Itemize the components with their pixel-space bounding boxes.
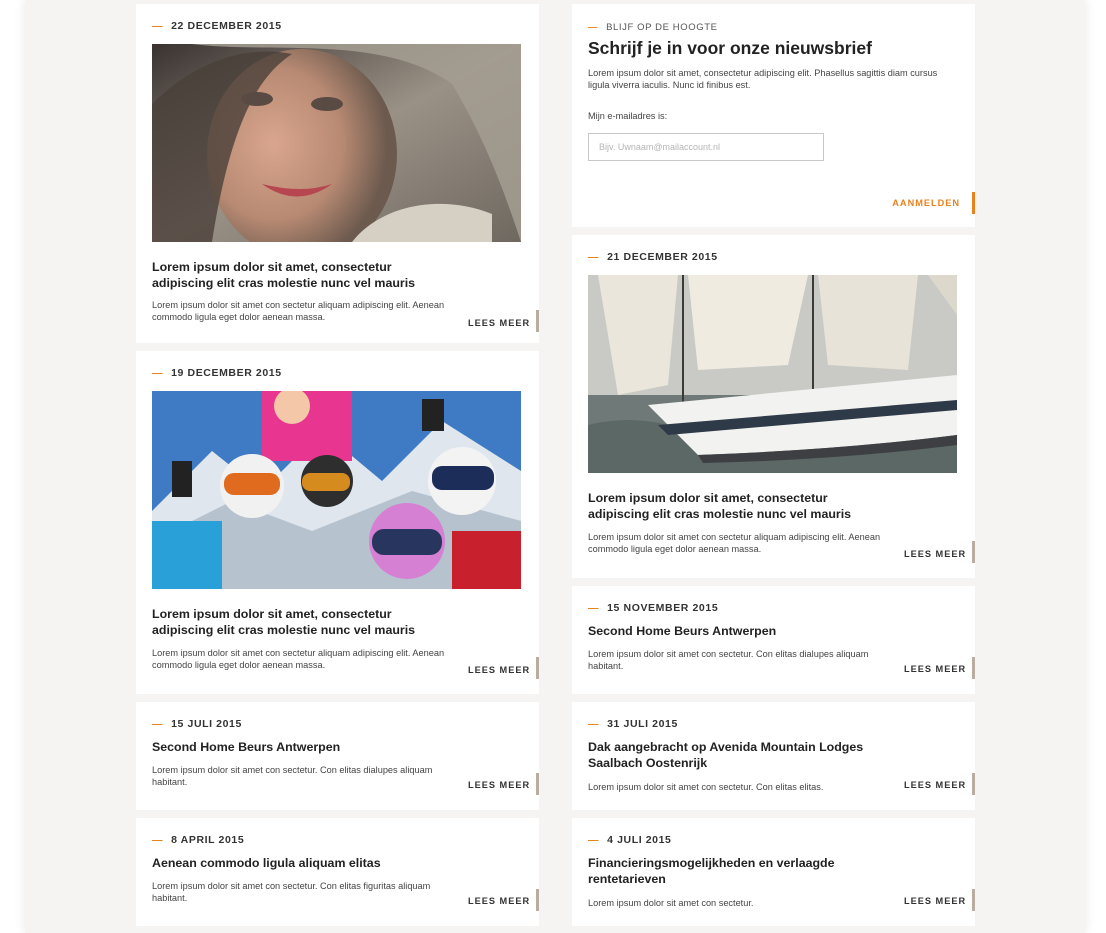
read-more-link[interactable]: LEES MEER xyxy=(904,780,966,790)
news-date: —15 JULI 2015 xyxy=(152,718,242,730)
read-more-marker xyxy=(972,773,975,795)
news-title[interactable]: Second Home Beurs Antwerpen xyxy=(152,739,482,755)
news-excerpt: Lorem ipsum dolor sit amet con sectetur.… xyxy=(588,782,824,792)
dash-icon: — xyxy=(152,834,164,846)
news-excerpt: Lorem ipsum dolor sit amet con sectetur.… xyxy=(152,881,431,903)
news-excerpt: Lorem ipsum dolor sit amet con sectetur … xyxy=(588,532,881,554)
dash-icon: — xyxy=(588,834,600,846)
news-card[interactable]: —15 JULI 2015 Second Home Beurs Antwerpe… xyxy=(136,702,539,810)
dash-icon: — xyxy=(588,22,599,33)
news-title[interactable]: Lorem ipsum dolor sit amet, consectetur … xyxy=(152,259,452,291)
newsletter-card: — BLIJF OP DE HOOGTE Schrijf je in voor o… xyxy=(572,4,975,227)
news-date: —19 DECEMBER 2015 xyxy=(152,367,282,379)
news-title[interactable]: Lorem ipsum dolor sit amet, consectetur … xyxy=(152,606,452,638)
news-title[interactable]: Aenean commodo ligula aliquam elitas xyxy=(152,855,482,871)
news-title[interactable]: Financieringsmogelijkheden en verlaagde … xyxy=(588,855,858,887)
read-more-link[interactable]: LEES MEER xyxy=(904,664,966,674)
read-more-link[interactable]: LEES MEER xyxy=(904,549,966,559)
newsletter-title: Schrijf je in voor onze nieuwsbrief xyxy=(588,38,872,58)
dash-icon: — xyxy=(152,718,164,730)
news-card[interactable]: —19 DECEMBER 2015 Lorem ipsum dolor sit … xyxy=(136,351,539,694)
email-field[interactable] xyxy=(588,133,824,161)
news-date: —15 NOVEMBER 2015 xyxy=(588,602,719,614)
dash-icon: — xyxy=(152,367,164,379)
read-more-marker xyxy=(972,541,975,563)
news-date: —21 DECEMBER 2015 xyxy=(588,251,718,263)
news-card[interactable]: —22 DECEMBER 2015 Lorem ipsum dolor sit … xyxy=(136,4,539,343)
news-excerpt: Lorem ipsum dolor sit amet con sectetur.… xyxy=(588,649,869,671)
news-title[interactable]: Dak aangebracht op Avenida Mountain Lodg… xyxy=(588,739,888,771)
subscribe-marker xyxy=(972,192,975,214)
read-more-link[interactable]: LEES MEER xyxy=(468,896,530,906)
subscribe-button[interactable]: AANMELDEN xyxy=(892,198,960,208)
news-date: —4 JULI 2015 xyxy=(588,834,672,846)
email-label: Mijn e-mailadres is: xyxy=(588,111,668,121)
read-more-marker xyxy=(972,657,975,679)
portrait-woman-photo[interactable] xyxy=(152,44,521,242)
newsletter-kicker: — BLIJF OP DE HOOGTE xyxy=(588,22,718,33)
read-more-marker xyxy=(972,889,975,911)
read-more-link[interactable]: LEES MEER xyxy=(468,780,530,790)
news-title[interactable]: Lorem ipsum dolor sit amet, consectetur … xyxy=(588,490,888,522)
news-excerpt: Lorem ipsum dolor sit amet con sectetur.… xyxy=(152,765,433,787)
news-card[interactable]: —4 JULI 2015 Financieringsmogelijkheden … xyxy=(572,818,975,926)
read-more-link[interactable]: LEES MEER xyxy=(468,665,530,675)
read-more-link[interactable]: LEES MEER xyxy=(904,896,966,906)
news-date: —31 JULI 2015 xyxy=(588,718,678,730)
newsletter-text: Lorem ipsum dolor sit amet, consectetur … xyxy=(588,68,938,90)
news-date: —22 DECEMBER 2015 xyxy=(152,20,282,32)
read-more-marker xyxy=(536,889,539,911)
read-more-link[interactable]: LEES MEER xyxy=(468,318,530,328)
dash-icon: — xyxy=(588,251,600,263)
read-more-marker xyxy=(536,310,539,332)
news-excerpt: Lorem ipsum dolor sit amet con sectetur. xyxy=(588,898,754,908)
read-more-marker xyxy=(536,657,539,679)
news-excerpt: Lorem ipsum dolor sit amet con sectetur … xyxy=(152,648,445,670)
dash-icon: — xyxy=(152,20,164,32)
skiing-family-photo[interactable] xyxy=(152,391,521,589)
sailing-ship-photo[interactable] xyxy=(588,275,957,473)
news-card[interactable]: —31 JULI 2015 Dak aangebracht op Avenida… xyxy=(572,702,975,810)
news-card[interactable]: —21 DECEMBER 2015 Lorem ipsum dolor sit … xyxy=(572,235,975,578)
news-card[interactable]: —8 APRIL 2015 Aenean commodo ligula aliq… xyxy=(136,818,539,926)
dash-icon: — xyxy=(588,718,600,730)
news-card[interactable]: —15 NOVEMBER 2015 Second Home Beurs Antw… xyxy=(572,586,975,694)
news-title[interactable]: Second Home Beurs Antwerpen xyxy=(588,623,918,639)
news-date: —8 APRIL 2015 xyxy=(152,834,245,846)
dash-icon: — xyxy=(588,602,600,614)
news-excerpt: Lorem ipsum dolor sit amet con sectetur … xyxy=(152,300,445,322)
read-more-marker xyxy=(536,773,539,795)
